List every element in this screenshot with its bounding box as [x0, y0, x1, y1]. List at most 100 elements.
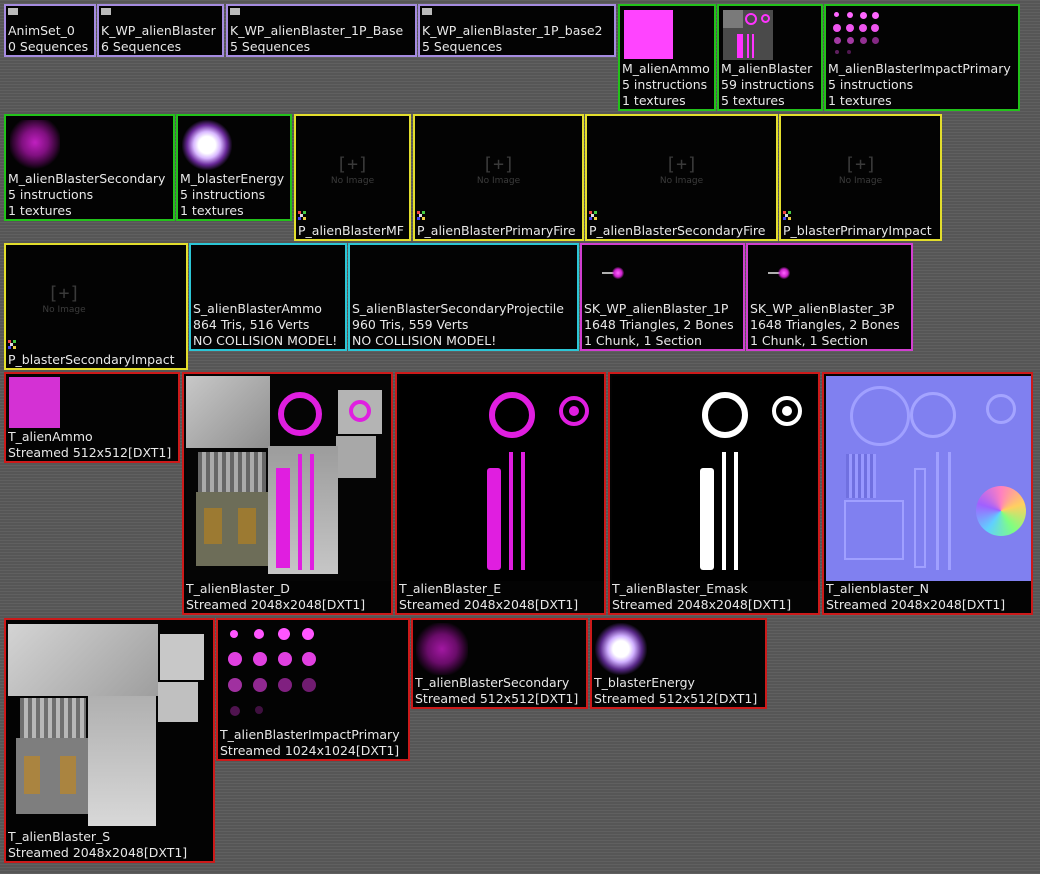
- asset-tile-m-alienblastersecondary[interactable]: M_alienBlasterSecondary 5 instructions 1…: [4, 114, 175, 221]
- placeholder-frame-icon: [+]: [844, 154, 877, 175]
- asset-label: T_alienBlaster_E Streamed 2048x2048[DXT1…: [399, 581, 604, 613]
- asset-name: M_alienAmmo: [622, 61, 710, 76]
- asset-name: S_alienBlasterSecondaryProjectile: [352, 301, 564, 316]
- asset-tile-t-alienblaster-d[interactable]: T_alienBlaster_D Streamed 2048x2048[DXT1…: [182, 372, 393, 615]
- asset-tile-s-alienblasterammo[interactable]: S_alienBlasterAmmo 864 Tris, 516 Verts N…: [189, 243, 347, 351]
- asset-info: Streamed 512x512[DXT1]: [594, 691, 758, 706]
- animset-icon: [8, 8, 18, 15]
- asset-info: 1 textures: [828, 93, 892, 108]
- asset-label: SK_WP_alienBlaster_3P 1648 Triangles, 2 …: [750, 301, 911, 349]
- asset-info: 5 instructions: [828, 77, 914, 92]
- no-image-placeholder: [+] No Image: [6, 283, 122, 315]
- asset-tile-t-alienblasterimpactprimary[interactable]: T_alienBlasterImpactPrimary Streamed 102…: [216, 618, 410, 761]
- asset-tile-t-alienblastersecondary[interactable]: T_alienBlasterSecondary Streamed 512x512…: [411, 618, 588, 709]
- asset-info: 0 Sequences: [8, 39, 89, 54]
- asset-tile-k-wp-alienblaster[interactable]: K_WP_alienBlaster 6 Sequences: [97, 4, 224, 57]
- asset-name: T_alienBlasterSecondary: [415, 675, 570, 690]
- asset-name: K_WP_alienBlaster: [101, 23, 216, 38]
- asset-label: T_blasterEnergy Streamed 512x512[DXT1]: [594, 675, 765, 707]
- asset-name: AnimSet_0: [8, 23, 75, 38]
- asset-info: 1 textures: [622, 93, 686, 108]
- asset-label: P_alienBlasterSecondaryFire: [589, 223, 776, 239]
- no-image-placeholder: [+] No Image: [296, 154, 409, 186]
- asset-tile-t-alienblaster-s[interactable]: T_alienBlaster_S Streamed 2048x2048[DXT1…: [4, 618, 215, 863]
- asset-tile-t-alienblaster-emask[interactable]: T_alienBlaster_Emask Streamed 2048x2048[…: [608, 372, 820, 615]
- asset-label: K_WP_alienBlaster 6 Sequences: [101, 23, 222, 55]
- material-thumbnail: [830, 10, 880, 60]
- asset-tile-k-wp-alienblaster-1p-base2[interactable]: K_WP_alienBlaster_1P_base2 5 Sequences: [418, 4, 616, 57]
- asset-tile-t-alienammo[interactable]: T_alienAmmo Streamed 512x512[DXT1]: [4, 372, 180, 463]
- asset-tile-m-alienblaster[interactable]: M_alienBlaster 59 instructions 5 texture…: [717, 4, 823, 111]
- asset-info: Streamed 512x512[DXT1]: [8, 445, 172, 460]
- asset-label: P_blasterSecondaryImpact: [8, 352, 186, 368]
- asset-tile-t-alienblaster-n[interactable]: T_alienblaster_N Streamed 2048x2048[DXT1…: [822, 372, 1033, 615]
- skeletal-mesh-thumbnail: [600, 265, 630, 281]
- asset-info: 960 Tris, 559 Verts: [352, 317, 469, 332]
- asset-label: T_alienBlasterSecondary Streamed 512x512…: [415, 675, 586, 707]
- texture-thumbnail: [186, 376, 391, 581]
- asset-name: M_blasterEnergy: [180, 171, 285, 186]
- asset-name: SK_WP_alienBlaster_1P: [584, 301, 729, 316]
- asset-tile-sk-wp-alienblaster-1p[interactable]: SK_WP_alienBlaster_1P 1648 Triangles, 2 …: [580, 243, 745, 351]
- asset-name: P_alienBlasterPrimaryFire: [417, 223, 576, 238]
- asset-tile-p-alienblasterprimaryfire[interactable]: [+] No Image P_alienBlasterPrimaryFire: [413, 114, 584, 241]
- asset-tile-p-blastersecondaryimpact[interactable]: [+] No Image P_blasterSecondaryImpact: [4, 243, 188, 370]
- asset-info: Streamed 2048x2048[DXT1]: [8, 845, 188, 860]
- asset-info: Streamed 2048x2048[DXT1]: [399, 597, 579, 612]
- asset-info: 5 textures: [721, 93, 785, 108]
- particle-system-icon: [783, 211, 791, 220]
- material-thumbnail: [624, 10, 673, 59]
- asset-tile-t-alienblaster-e[interactable]: T_alienBlaster_E Streamed 2048x2048[DXT1…: [395, 372, 606, 615]
- asset-label: K_WP_alienBlaster_1P_base2 5 Sequences: [422, 23, 614, 55]
- material-thumbnail: [182, 120, 232, 170]
- asset-tile-s-alienblastersecondaryprojectile[interactable]: S_alienBlasterSecondaryProjectile 960 Tr…: [348, 243, 579, 351]
- texture-thumbnail: [8, 622, 213, 827]
- asset-tile-p-blasterprimaryimpact[interactable]: [+] No Image P_blasterPrimaryImpact: [779, 114, 942, 241]
- asset-label: T_alienBlaster_D Streamed 2048x2048[DXT1…: [186, 581, 391, 613]
- asset-info: 5 Sequences: [422, 39, 503, 54]
- asset-tile-animset-0[interactable]: AnimSet_0 0 Sequences: [4, 4, 96, 57]
- asset-label: P_alienBlasterPrimaryFire: [417, 223, 582, 239]
- texture-thumbnail: [595, 623, 647, 675]
- texture-thumbnail: [612, 376, 817, 581]
- asset-label: T_alienblaster_N Streamed 2048x2048[DXT1…: [826, 581, 1031, 613]
- no-image-label: No Image: [330, 176, 375, 186]
- asset-info: 1 Chunk, 1 Section: [584, 333, 702, 348]
- asset-label: T_alienBlaster_Emask Streamed 2048x2048[…: [612, 581, 818, 613]
- asset-name: K_WP_alienBlaster_1P_base2: [422, 23, 603, 38]
- asset-info: 5 instructions: [180, 187, 266, 202]
- asset-info: 1648 Triangles, 2 Bones: [584, 317, 734, 332]
- animset-icon: [101, 8, 111, 15]
- placeholder-frame-icon: [+]: [665, 154, 698, 175]
- asset-name: K_WP_alienBlaster_1P_Base: [230, 23, 404, 38]
- asset-label: S_alienBlasterSecondaryProjectile 960 Tr…: [352, 301, 577, 349]
- asset-name: M_alienBlasterImpactPrimary: [828, 61, 1011, 76]
- asset-tile-p-alienblastersecondaryfire[interactable]: [+] No Image P_alienBlasterSecondaryFire: [585, 114, 778, 241]
- asset-name: M_alienBlaster: [721, 61, 813, 76]
- asset-tile-m-blasterenergy[interactable]: M_blasterEnergy 5 instructions 1 texture…: [176, 114, 292, 221]
- asset-info: 6 Sequences: [101, 39, 182, 54]
- skeletal-mesh-thumbnail: [766, 265, 796, 281]
- asset-tile-p-alienblastermf[interactable]: [+] No Image P_alienBlasterMF: [294, 114, 411, 241]
- asset-tile-m-alienblasterimpactprimary[interactable]: M_alienBlasterImpactPrimary 5 instructio…: [824, 4, 1020, 111]
- material-thumbnail: [10, 120, 60, 170]
- asset-label: P_blasterPrimaryImpact: [783, 223, 940, 239]
- asset-name: T_alienAmmo: [8, 429, 93, 444]
- asset-label: M_blasterEnergy 5 instructions 1 texture…: [180, 171, 290, 219]
- asset-tile-sk-wp-alienblaster-3p[interactable]: SK_WP_alienBlaster_3P 1648 Triangles, 2 …: [746, 243, 913, 351]
- asset-info: 1 textures: [180, 203, 244, 218]
- asset-info: 1 Chunk, 1 Section: [750, 333, 868, 348]
- asset-tile-t-blasterenergy[interactable]: T_blasterEnergy Streamed 512x512[DXT1]: [590, 618, 767, 709]
- no-image-placeholder: [+] No Image: [587, 154, 776, 186]
- asset-tile-k-wp-alienblaster-1p-base[interactable]: K_WP_alienBlaster_1P_Base 5 Sequences: [226, 4, 417, 57]
- texture-thumbnail: [826, 376, 1031, 581]
- asset-label: M_alienBlasterSecondary 5 instructions 1…: [8, 171, 173, 219]
- asset-name: M_alienBlasterSecondary: [8, 171, 166, 186]
- asset-label: K_WP_alienBlaster_1P_Base 5 Sequences: [230, 23, 415, 55]
- asset-label: T_alienBlaster_S Streamed 2048x2048[DXT1…: [8, 829, 213, 861]
- no-image-label: No Image: [476, 176, 521, 186]
- asset-info: Streamed 2048x2048[DXT1]: [612, 597, 792, 612]
- asset-label: SK_WP_alienBlaster_1P 1648 Triangles, 2 …: [584, 301, 743, 349]
- asset-info: Streamed 512x512[DXT1]: [415, 691, 579, 706]
- asset-tile-m-alienammo[interactable]: M_alienAmmo 5 instructions 1 textures: [618, 4, 716, 111]
